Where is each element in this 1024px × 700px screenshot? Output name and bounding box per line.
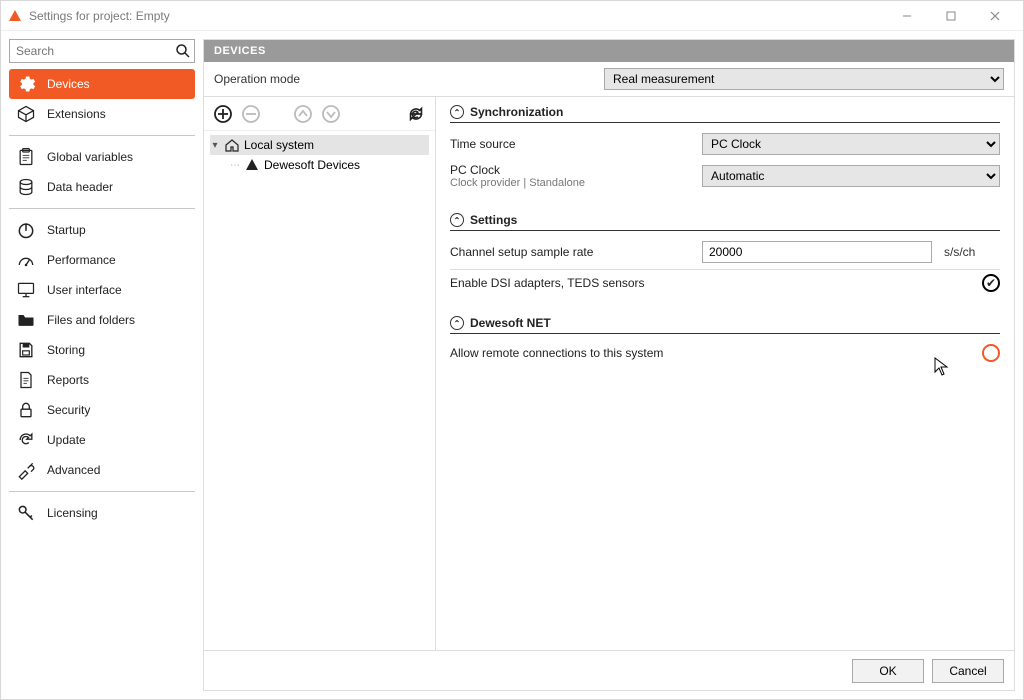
sidebar-item-advanced[interactable]: Advanced: [9, 455, 195, 485]
pcclock-select[interactable]: Automatic: [702, 165, 1000, 187]
enable-dsi-label: Enable DSI adapters, TEDS sensors: [450, 276, 982, 290]
sidebar-item-label: Data header: [47, 180, 113, 194]
sidebar-separator: [9, 208, 195, 209]
section-title: Dewesoft NET: [470, 316, 551, 330]
tools-icon: [15, 459, 37, 481]
panel-header: DEVICES: [204, 40, 1014, 62]
sidebar-item-label: Advanced: [47, 463, 100, 477]
sidebar-item-label: Security: [47, 403, 90, 417]
ok-button[interactable]: OK: [852, 659, 924, 683]
move-down-button[interactable]: [320, 103, 342, 125]
section-title: Synchronization: [470, 105, 563, 119]
sidebar-item-label: Reports: [47, 373, 89, 387]
app-icon: [7, 8, 23, 24]
refresh-devices-button[interactable]: [405, 103, 427, 125]
sidebar-item-security[interactable]: Security: [9, 395, 195, 425]
sidebar-item-storing[interactable]: Storing: [9, 335, 195, 365]
enable-dsi-toggle[interactable]: ✔: [982, 274, 1000, 292]
sidebar-item-label: Performance: [47, 253, 116, 267]
search-icon[interactable]: [175, 43, 191, 59]
section-synchronization[interactable]: ⌃ Synchronization: [450, 105, 1000, 123]
sidebar-item-startup[interactable]: Startup: [9, 215, 195, 245]
sidebar-item-data-header[interactable]: Data header: [9, 172, 195, 202]
sidebar-item-label: Storing: [47, 343, 85, 357]
section-title: Settings: [470, 213, 517, 227]
sidebar-item-label: Startup: [47, 223, 86, 237]
tree-item-label: Dewesoft Devices: [264, 158, 360, 172]
sidebar-item-label: Global variables: [47, 150, 133, 164]
sidebar-separator: [9, 491, 195, 492]
time-source-label: Time source: [450, 137, 702, 151]
sidebar-item-label: Licensing: [47, 506, 98, 520]
sidebar-separator: [9, 135, 195, 136]
logo-icon: [244, 157, 260, 173]
operation-mode-select[interactable]: Real measurement: [604, 68, 1004, 90]
collapse-icon[interactable]: ⌃: [450, 213, 464, 227]
monitor-icon: [15, 279, 37, 301]
gear-icon: [15, 73, 37, 95]
pcclock-label: PC Clock: [450, 163, 702, 177]
remove-device-button[interactable]: [240, 103, 262, 125]
clipboard-icon: [15, 146, 37, 168]
home-icon: [224, 137, 240, 153]
tree-item-local-system[interactable]: ▾ Local system: [210, 135, 429, 155]
database-icon: [15, 176, 37, 198]
search-input[interactable]: [9, 39, 195, 63]
maximize-button[interactable]: [929, 2, 973, 30]
operation-mode-label: Operation mode: [214, 72, 594, 86]
sample-rate-label: Channel setup sample rate: [450, 245, 702, 259]
move-up-button[interactable]: [292, 103, 314, 125]
sidebar-item-files[interactable]: Files and folders: [9, 305, 195, 335]
lock-icon: [15, 399, 37, 421]
allow-remote-toggle[interactable]: [982, 344, 1000, 362]
add-device-button[interactable]: [212, 103, 234, 125]
gauge-icon: [15, 249, 37, 271]
collapse-icon[interactable]: ⌃: [450, 316, 464, 330]
document-icon: [15, 369, 37, 391]
section-dewesoft-net[interactable]: ⌃ Dewesoft NET: [450, 316, 1000, 334]
minimize-button[interactable]: [885, 2, 929, 30]
close-button[interactable]: [973, 2, 1017, 30]
sidebar-item-licensing[interactable]: Licensing: [9, 498, 195, 528]
chevron-down-icon[interactable]: ▾: [210, 140, 220, 151]
key-icon: [15, 502, 37, 524]
save-icon: [15, 339, 37, 361]
folder-icon: [15, 309, 37, 331]
sidebar-item-label: User interface: [47, 283, 122, 297]
sidebar-item-label: Devices: [47, 77, 90, 91]
tree-item-dewesoft-devices[interactable]: ⋯ Dewesoft Devices: [210, 155, 429, 175]
window-title: Settings for project: Empty: [29, 9, 885, 23]
sample-rate-input[interactable]: [702, 241, 932, 263]
sidebar-item-reports[interactable]: Reports: [9, 365, 195, 395]
time-source-select[interactable]: PC Clock: [702, 133, 1000, 155]
pcclock-sub: Clock provider | Standalone: [450, 177, 702, 189]
sidebar-item-devices[interactable]: Devices: [9, 69, 195, 99]
sidebar-item-update[interactable]: Update: [9, 425, 195, 455]
sidebar-item-extensions[interactable]: Extensions: [9, 99, 195, 129]
sidebar-item-label: Extensions: [47, 107, 106, 121]
cancel-button[interactable]: Cancel: [932, 659, 1004, 683]
box-icon: [15, 103, 37, 125]
sample-rate-unit: s/s/ch: [944, 245, 975, 259]
tree-item-label: Local system: [244, 138, 314, 152]
section-settings[interactable]: ⌃ Settings: [450, 213, 1000, 231]
sidebar-item-global-variables[interactable]: Global variables: [9, 142, 195, 172]
sidebar-item-label: Update: [47, 433, 86, 447]
sidebar-item-label: Files and folders: [47, 313, 135, 327]
sidebar-item-performance[interactable]: Performance: [9, 245, 195, 275]
sidebar-item-ui[interactable]: User interface: [9, 275, 195, 305]
power-icon: [15, 219, 37, 241]
titlebar: Settings for project: Empty: [1, 1, 1023, 31]
allow-remote-label: Allow remote connections to this system: [450, 346, 982, 360]
refresh-icon: [15, 429, 37, 451]
collapse-icon[interactable]: ⌃: [450, 105, 464, 119]
